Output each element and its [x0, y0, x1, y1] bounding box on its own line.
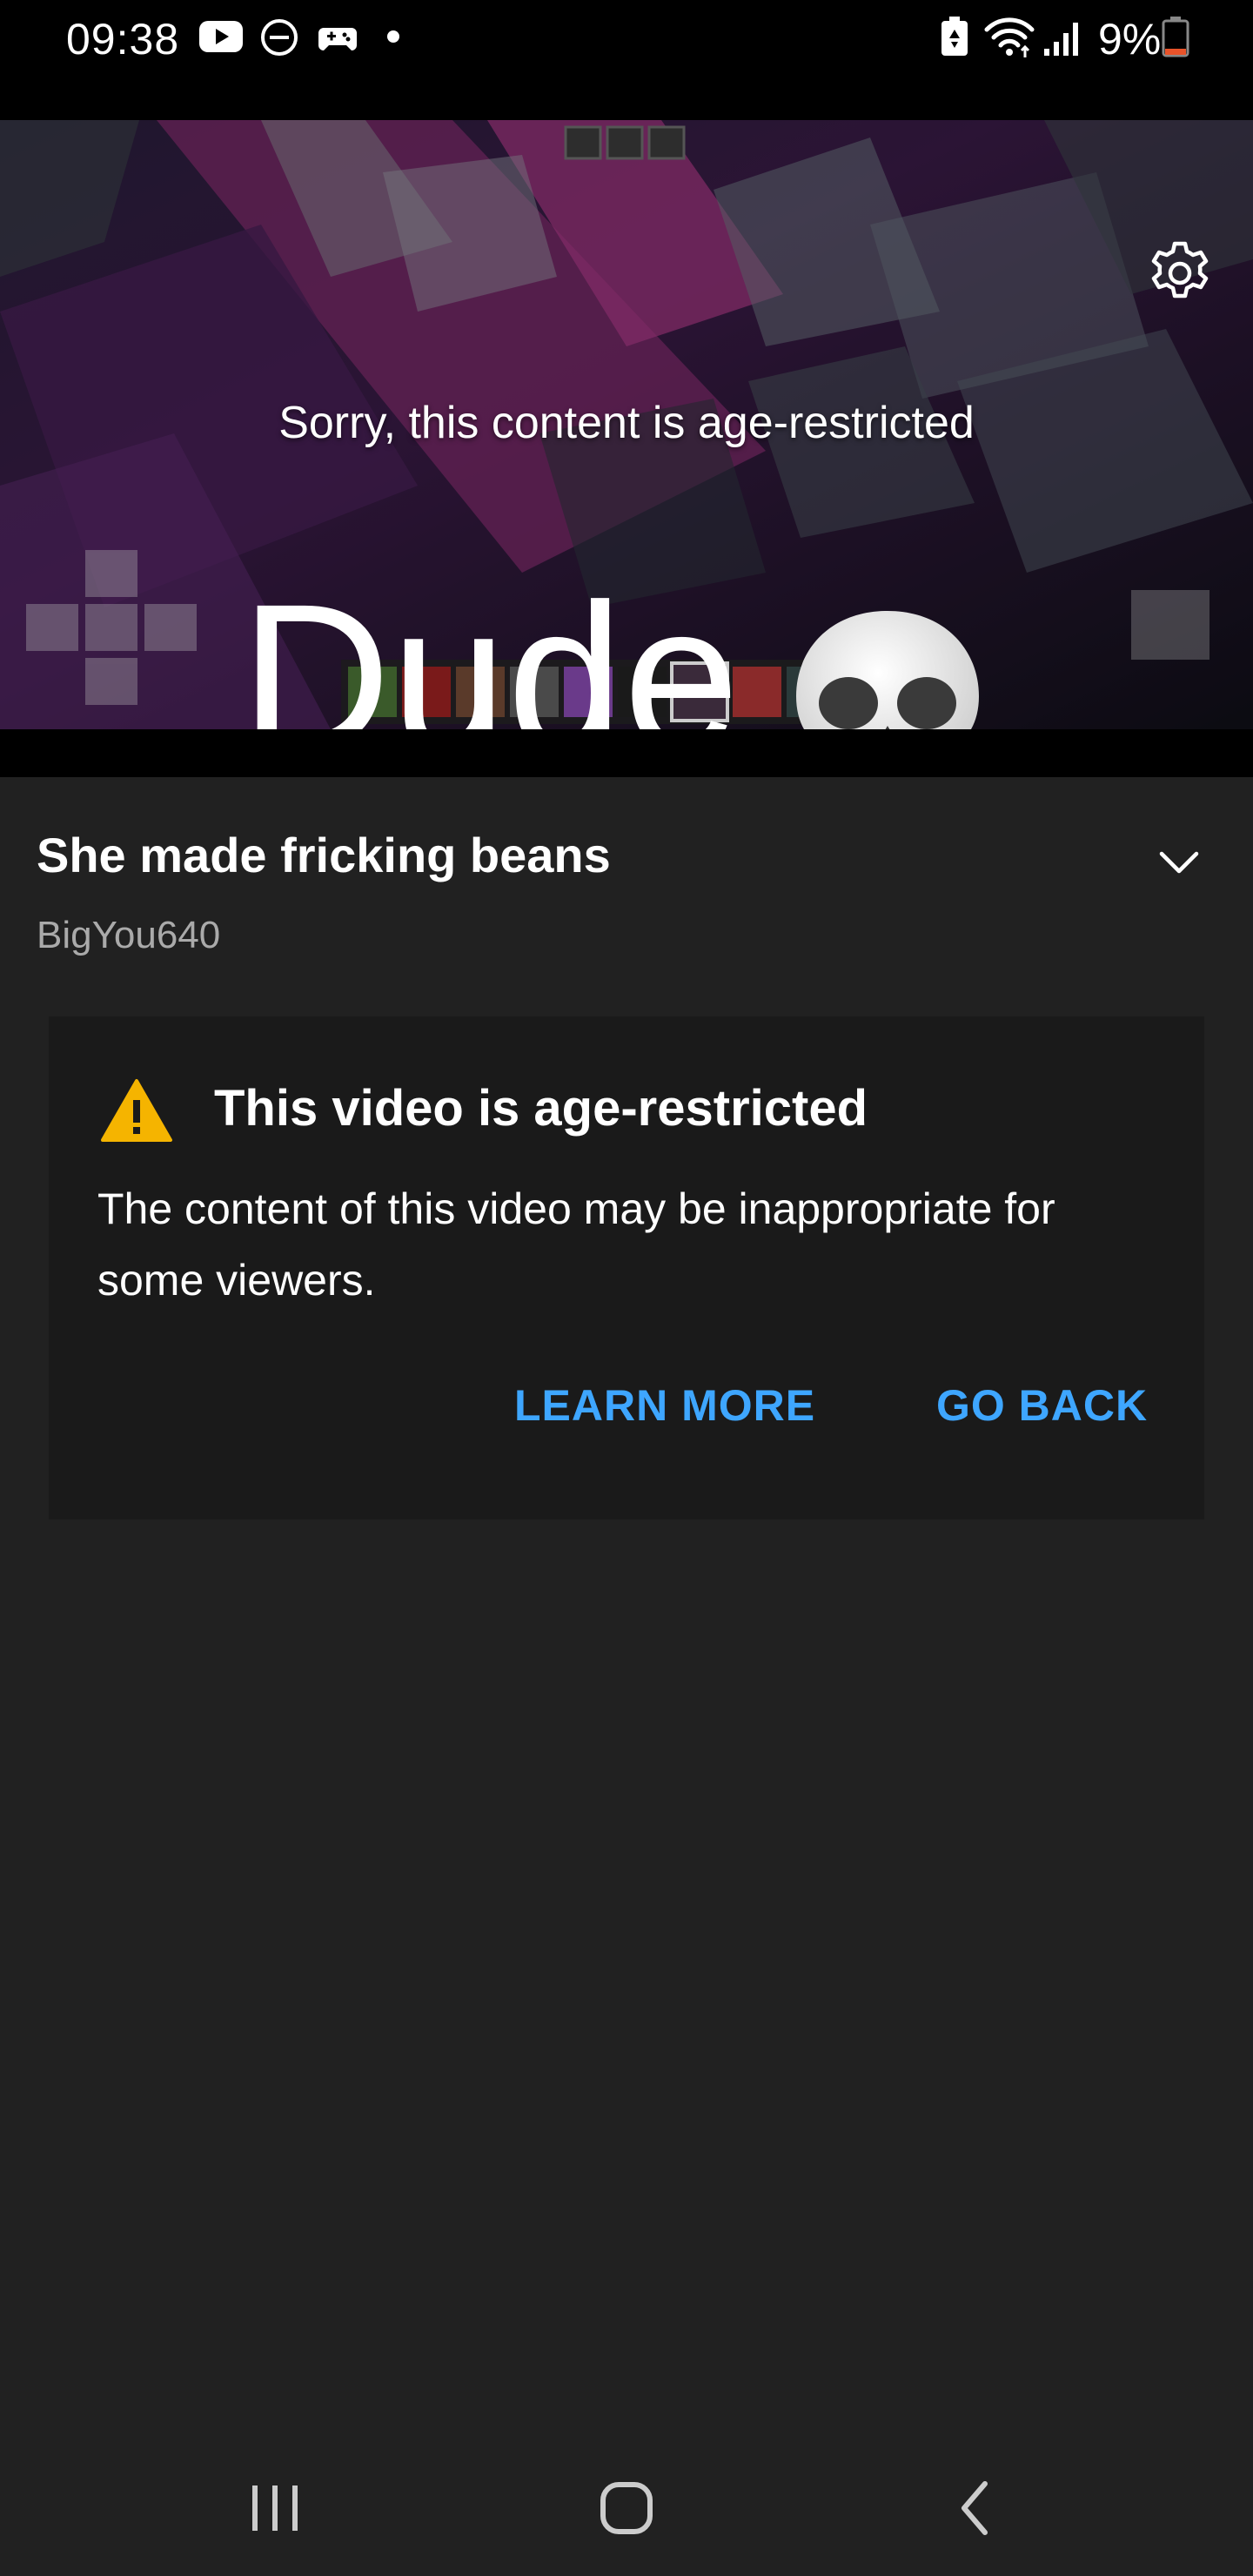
skull-icon: [787, 606, 988, 729]
restricted-message: Sorry, this content is age-restricted: [278, 398, 975, 448]
learn-more-button[interactable]: LEARN MORE: [514, 1380, 815, 1431]
warning-title: This video is age-restricted: [214, 1080, 868, 1137]
notification-dot-icon: [387, 30, 399, 43]
battery-percent: 9%: [1098, 15, 1162, 64]
status-bar: 09:38 9%: [0, 0, 1253, 120]
player-bottom-strip: [0, 729, 1253, 777]
battery-saver-icon: [941, 17, 968, 56]
gear-icon: [1151, 241, 1209, 299]
back-icon: [962, 2481, 988, 2535]
channel-name[interactable]: BigYou640: [37, 914, 220, 957]
warning-body: The content of this video may be inappro…: [97, 1184, 1055, 1305]
recent-apps-button[interactable]: [223, 2470, 327, 2546]
youtube-icon: [199, 21, 243, 52]
overlay-caption: Dude: [240, 560, 740, 729]
do-not-disturb-icon: [261, 19, 298, 56]
home-button[interactable]: [574, 2470, 679, 2546]
signal-icon: [1044, 23, 1078, 56]
age-restriction-card: This video is age-restricted The content…: [49, 1016, 1204, 1519]
go-back-button[interactable]: GO BACK: [936, 1380, 1148, 1431]
recent-apps-icon: [252, 2485, 298, 2531]
back-button[interactable]: [924, 2470, 1029, 2546]
expand-description-button[interactable]: [1153, 840, 1205, 883]
gamepad-icon: [318, 28, 357, 50]
settings-button[interactable]: [1145, 238, 1215, 308]
video-title[interactable]: She made fricking beans: [37, 827, 611, 883]
home-icon: [600, 2482, 653, 2534]
wifi-icon: [984, 17, 1035, 57]
battery-icon: [1162, 17, 1189, 57]
video-player[interactable]: Sorry, this content is age-restricted Du…: [0, 120, 1253, 729]
status-time: 09:38: [66, 15, 180, 64]
chevron-down-icon: [1159, 851, 1199, 874]
warning-icon: [101, 1079, 172, 1142]
